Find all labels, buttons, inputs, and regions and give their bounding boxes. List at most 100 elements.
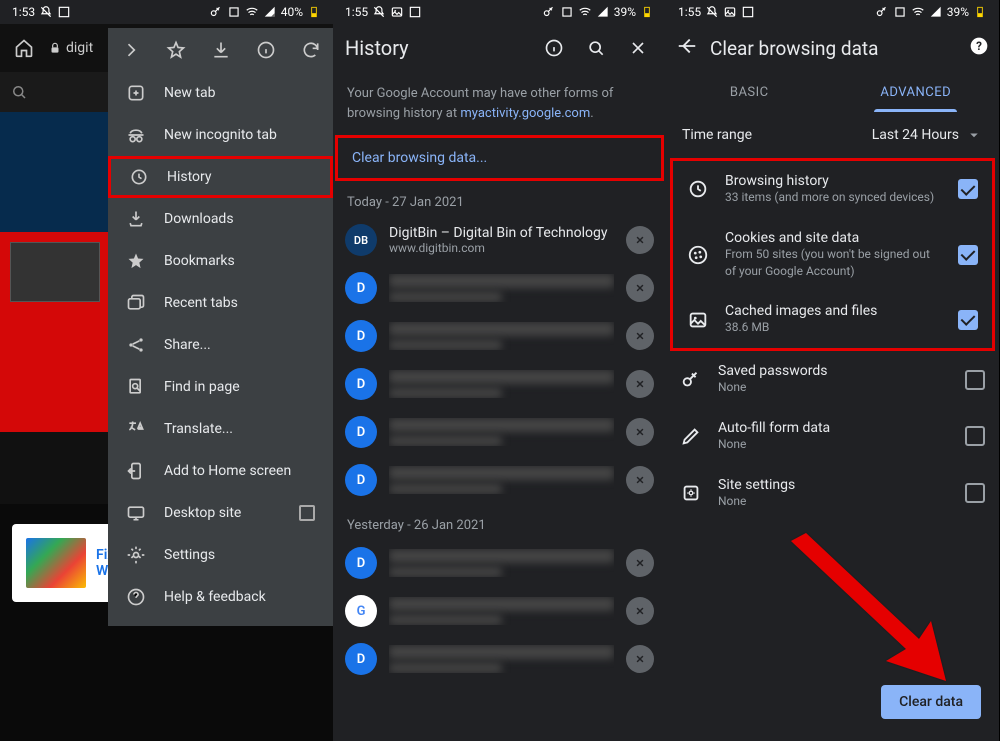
menu-new-incognito[interactable]: New incognito tab [108, 114, 333, 156]
find-icon [126, 377, 146, 397]
info-icon [544, 38, 564, 58]
back-button[interactable] [676, 35, 698, 61]
search-button[interactable] [580, 32, 612, 64]
battery-icon [973, 5, 987, 19]
url-field[interactable]: digit [48, 40, 93, 56]
download-button[interactable] [204, 33, 238, 67]
button-label: Clear data [899, 694, 963, 710]
cbd-checkbox[interactable] [958, 310, 978, 330]
wifi-icon [911, 5, 925, 19]
menu-help[interactable]: Help & feedback [108, 576, 333, 618]
incognito-icon [126, 125, 146, 145]
menu-recent-tabs[interactable]: Recent tabs [108, 282, 333, 324]
menu-label: New tab [164, 85, 215, 101]
cbd-checkbox[interactable] [965, 426, 985, 446]
close-icon [633, 425, 647, 439]
myactivity-link[interactable]: myactivity.google.com [460, 106, 590, 121]
signal-icon [596, 5, 610, 19]
favicon: D [345, 320, 377, 352]
menu-label: Add to Home screen [164, 463, 291, 479]
reload-icon [301, 40, 321, 60]
cbd-highlighted-group: Browsing history 33 items (and more on s… [670, 158, 995, 351]
close-icon [628, 38, 648, 58]
key-icon [209, 5, 223, 19]
page-info-button[interactable] [249, 33, 283, 67]
cbd-item-edit[interactable]: Auto-fill form data None [666, 408, 999, 465]
close-button[interactable] [622, 32, 654, 64]
cbd-item-key[interactable]: Saved passwords None [666, 351, 999, 408]
delete-history-button[interactable] [626, 370, 654, 398]
cbd-item-cookie[interactable]: Cookies and site data From 50 sites (you… [673, 218, 992, 292]
delete-history-button[interactable] [626, 549, 654, 577]
history-item[interactable]: D [333, 264, 666, 312]
menu-share[interactable]: Share... [108, 324, 333, 366]
cbd-checkbox[interactable] [965, 483, 985, 503]
tab-advanced[interactable]: ADVANCED [833, 72, 1000, 112]
menu-bookmarks[interactable]: Bookmarks [108, 240, 333, 282]
delete-history-button[interactable] [626, 322, 654, 350]
history-title [389, 418, 614, 432]
star-icon [166, 40, 186, 60]
notif-muted-icon [39, 5, 53, 19]
tab-basic[interactable]: BASIC [666, 72, 833, 112]
history-item[interactable]: D [333, 539, 666, 587]
history-url [389, 615, 502, 625]
time-range-row[interactable]: Time range Last 24 Hours [666, 112, 999, 158]
delete-history-button[interactable] [626, 597, 654, 625]
search-icon [586, 38, 606, 58]
time-range-dropdown[interactable]: Last 24 Hours [872, 126, 983, 144]
history-item[interactable]: D [333, 360, 666, 408]
menu-history[interactable]: History [108, 156, 333, 198]
delete-history-button[interactable] [626, 645, 654, 673]
history-url [389, 292, 502, 302]
cbd-item-settings[interactable]: Site settings None [666, 465, 999, 522]
downloads-icon [126, 209, 146, 229]
history-item[interactable]: D [333, 635, 666, 683]
history-text [389, 370, 614, 398]
menu-settings[interactable]: Settings [108, 534, 333, 576]
screenshot-icon [408, 5, 422, 19]
help-icon [126, 587, 146, 607]
menu-downloads[interactable]: Downloads [108, 198, 333, 240]
delete-history-button[interactable] [626, 226, 654, 254]
home-button[interactable] [6, 30, 42, 66]
forward-button[interactable] [114, 33, 148, 67]
history-item[interactable]: D [333, 408, 666, 456]
notif-muted-icon [372, 5, 386, 19]
history-url [389, 436, 502, 446]
delete-history-button[interactable] [626, 274, 654, 302]
help-button[interactable]: ? [969, 36, 989, 60]
cbd-item-image[interactable]: Cached images and files 38.6 MB [673, 291, 992, 348]
delete-history-button[interactable] [626, 466, 654, 494]
menu-desktop-site[interactable]: Desktop site [108, 492, 333, 534]
plus-box-icon [126, 83, 146, 103]
history-item[interactable]: D [333, 312, 666, 360]
time-range-label: Time range [682, 127, 752, 143]
cbd-checkbox[interactable] [958, 179, 978, 199]
history-item[interactable]: DB DigitBin – Digital Bin of Technology … [333, 216, 666, 264]
cbd-checkbox[interactable] [965, 370, 985, 390]
clear-browsing-data-link[interactable]: Clear browsing data... [338, 138, 661, 178]
history-item[interactable]: D [333, 456, 666, 504]
clear-data-button[interactable]: Clear data [881, 685, 981, 719]
desktop-checkbox[interactable] [299, 505, 315, 521]
cbd-header: Clear browsing data ? [666, 24, 999, 72]
cbd-title: Auto-fill form data [718, 420, 949, 436]
cbd-item-history[interactable]: Browsing history 33 items (and more on s… [673, 161, 992, 218]
cbd-checkbox[interactable] [958, 245, 978, 265]
cbd-title: Cached images and files [725, 303, 942, 319]
menu-new-tab[interactable]: New tab [108, 72, 333, 114]
delete-history-button[interactable] [626, 418, 654, 446]
menu-add-home[interactable]: Add to Home screen [108, 450, 333, 492]
menu-find-in-page[interactable]: Find in page [108, 366, 333, 408]
reload-button[interactable] [294, 33, 328, 67]
history-item[interactable]: G [333, 587, 666, 635]
bookmark-star-button[interactable] [159, 33, 193, 67]
info-icon [256, 40, 276, 60]
help-icon: ? [969, 36, 989, 56]
home-icon [14, 38, 34, 58]
info-button[interactable] [538, 32, 570, 64]
menu-translate[interactable]: Translate... [108, 408, 333, 450]
close-icon [633, 377, 647, 391]
cbd-subtitle: From 50 sites (you won't be signed out o… [725, 246, 942, 280]
